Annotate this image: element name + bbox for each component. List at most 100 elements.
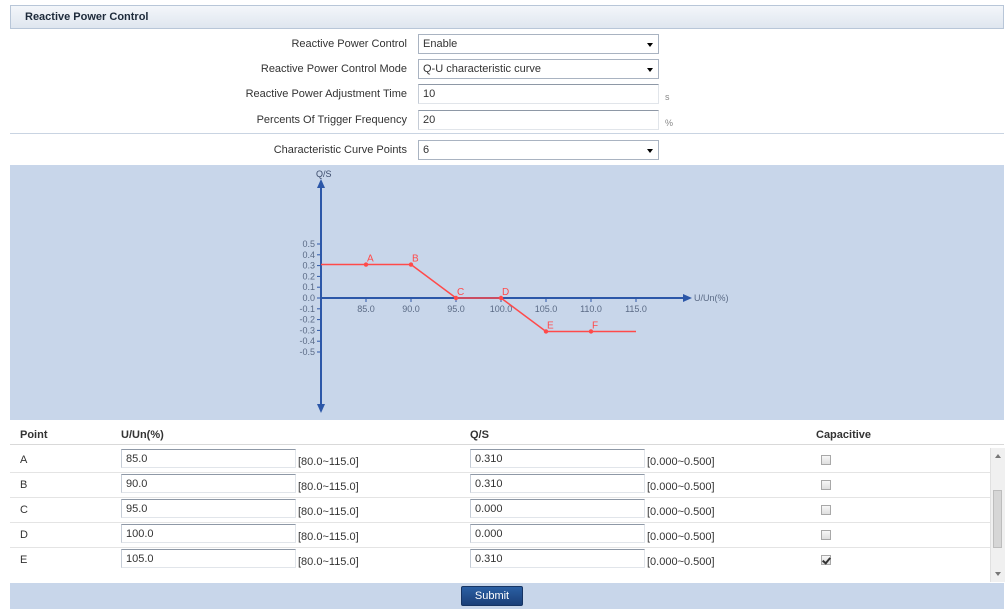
q-s-value: 0.000 <box>475 528 503 540</box>
curve-points-table: Point U/Un(%) Q/S Capacitive A 85.0 [80.… <box>10 420 1005 609</box>
table-row: B 90.0 [80.0~115.0] 0.310 [0.000~0.500] <box>10 473 990 498</box>
q-s-range: [0.000~0.500] <box>647 481 715 493</box>
y-tick-label: 0.4 <box>302 250 315 260</box>
submit-button[interactable]: Submit <box>461 586 523 606</box>
capacitive-checkbox[interactable] <box>821 455 831 465</box>
curve-points-value: 6 <box>423 144 430 156</box>
q-s-input[interactable]: 0.000 <box>470 524 645 543</box>
trigger-frequency-input[interactable]: 20 <box>418 110 659 130</box>
scroll-up-arrow-icon[interactable] <box>995 454 1001 458</box>
reactive-power-control-select[interactable]: Enable <box>418 34 659 54</box>
u-un-value: 105.0 <box>126 553 154 565</box>
q-s-input[interactable]: 0.310 <box>470 549 645 568</box>
y-axis-label: Q/S <box>316 169 332 179</box>
header-capacitive: Capacitive <box>816 429 872 441</box>
scrollbar-thumb[interactable] <box>993 490 1002 548</box>
reactive-power-control-label: Reactive Power Control <box>291 38 407 50</box>
x-tick-label: 105.0 <box>535 304 558 314</box>
q-s-value: 0.310 <box>475 478 503 490</box>
y-tick-label: 0.2 <box>302 271 315 281</box>
q-s-range: [0.000~0.500] <box>647 531 715 543</box>
u-un-range: [80.0~115.0] <box>298 556 359 568</box>
q-s-input[interactable]: 0.000 <box>470 499 645 518</box>
y-axis-arrow-icon <box>317 179 325 188</box>
curve-point-label: E <box>547 320 554 331</box>
u-un-value: 100.0 <box>126 528 154 540</box>
table-header: Point U/Un(%) Q/S Capacitive <box>10 426 1004 445</box>
q-s-input[interactable]: 0.310 <box>470 449 645 468</box>
x-tick-label: 95.0 <box>447 304 465 314</box>
adjustment-time-label: Reactive Power Adjustment Time <box>245 88 407 100</box>
y-tick-label: 0.5 <box>302 239 315 249</box>
y-tick-label: -0.5 <box>299 347 315 357</box>
x-tick-label: 115.0 <box>625 304 647 314</box>
adjustment-time-unit: s <box>665 92 670 102</box>
form-row-adjustment-time: Reactive Power Adjustment Time 10 s <box>10 82 1004 107</box>
dropdown-arrow-icon <box>647 43 653 47</box>
dropdown-arrow-icon <box>647 149 653 153</box>
capacitive-checkbox[interactable] <box>821 480 831 490</box>
form-row-control-mode: Reactive Power Control Mode Q-U characte… <box>10 57 1004 82</box>
adjustment-time-input[interactable]: 10 <box>418 84 659 104</box>
q-s-value: 0.000 <box>475 503 503 515</box>
x-tick-label: 85.0 <box>357 304 375 314</box>
capacitive-checkbox[interactable] <box>821 505 831 515</box>
x-tick-label: 110.0 <box>580 304 602 314</box>
table-scrollbar[interactable] <box>990 448 1005 582</box>
control-mode-value: Q-U characteristic curve <box>423 63 541 75</box>
u-un-value: 95.0 <box>126 503 148 515</box>
x-tick-label: 90.0 <box>402 304 420 314</box>
q-s-range: [0.000~0.500] <box>647 506 715 518</box>
u-un-value: 90.0 <box>126 478 148 490</box>
x-axis-label: U/Un(%) <box>694 293 729 303</box>
y-axis-down-arrow-icon <box>317 404 325 413</box>
trigger-frequency-value: 20 <box>423 114 436 126</box>
form-row-trigger-frequency: Percents Of Trigger Frequency 20 % <box>10 108 1004 134</box>
curve-point-label: D <box>502 287 509 298</box>
curve-points-select[interactable]: 6 <box>418 140 659 160</box>
u-un-input[interactable]: 90.0 <box>121 474 296 493</box>
u-un-input[interactable]: 95.0 <box>121 499 296 518</box>
y-tick-label: 0.1 <box>302 282 315 292</box>
u-un-range: [80.0~115.0] <box>298 481 359 493</box>
u-un-range: [80.0~115.0] <box>298 506 359 518</box>
scroll-down-arrow-icon[interactable] <box>995 572 1001 576</box>
header-u-un: U/Un(%) <box>121 429 164 441</box>
curve-points-label: Characteristic Curve Points <box>273 144 407 156</box>
q-s-input[interactable]: 0.310 <box>470 474 645 493</box>
adjustment-time-value: 10 <box>423 88 436 100</box>
panel-header: Reactive Power Control <box>10 5 1004 29</box>
point-label: B <box>20 479 28 491</box>
characteristic-curve-chart: Q/S U/Un(%) 0.5 0.4 0.3 0.2 0.1 0.0 -0.1 -0.2 -0.3… <box>10 165 1004 420</box>
dropdown-arrow-icon <box>647 68 653 72</box>
table-row: C 95.0 [80.0~115.0] 0.000 [0.000~0.500] <box>10 498 990 523</box>
curve-point-label: B <box>412 254 419 265</box>
u-un-input[interactable]: 85.0 <box>121 449 296 468</box>
y-tick-label: -0.2 <box>299 315 315 325</box>
panel-title: Reactive Power Control <box>25 11 149 23</box>
q-s-value: 0.310 <box>475 553 503 565</box>
control-mode-select[interactable]: Q-U characteristic curve <box>418 59 659 79</box>
y-tick-label: -0.4 <box>299 336 315 346</box>
y-tick-label: -0.3 <box>299 325 315 335</box>
x-axis-arrow-icon <box>683 294 692 302</box>
table-row: D 100.0 [80.0~115.0] 0.000 [0.000~0.500] <box>10 523 990 548</box>
form-row-reactive-power-control: Reactive Power Control Enable <box>10 32 1004 57</box>
point-label: D <box>20 529 28 541</box>
curve-point-label: A <box>367 254 374 265</box>
u-un-value: 85.0 <box>126 453 148 465</box>
control-mode-label: Reactive Power Control Mode <box>260 63 407 75</box>
capacitive-checkbox[interactable] <box>821 530 831 540</box>
u-un-input[interactable]: 100.0 <box>121 524 296 543</box>
u-un-input[interactable]: 105.0 <box>121 549 296 568</box>
y-tick-label: -0.1 <box>299 304 315 314</box>
y-tick-label: 0.0 <box>302 293 315 303</box>
point-label: A <box>20 454 28 466</box>
q-s-range: [0.000~0.500] <box>647 456 715 468</box>
u-un-range: [80.0~115.0] <box>298 456 359 468</box>
capacitive-checkbox[interactable] <box>821 555 831 565</box>
chart-svg: Q/S U/Un(%) 0.50.40.30.20.10.0-0.1-0.2-0.3… <box>299 169 729 413</box>
trigger-frequency-unit: % <box>665 118 674 128</box>
table-row: A 85.0 [80.0~115.0] 0.310 [0.000~0.500] <box>10 448 990 473</box>
x-tick-label: 100.0 <box>490 304 513 314</box>
